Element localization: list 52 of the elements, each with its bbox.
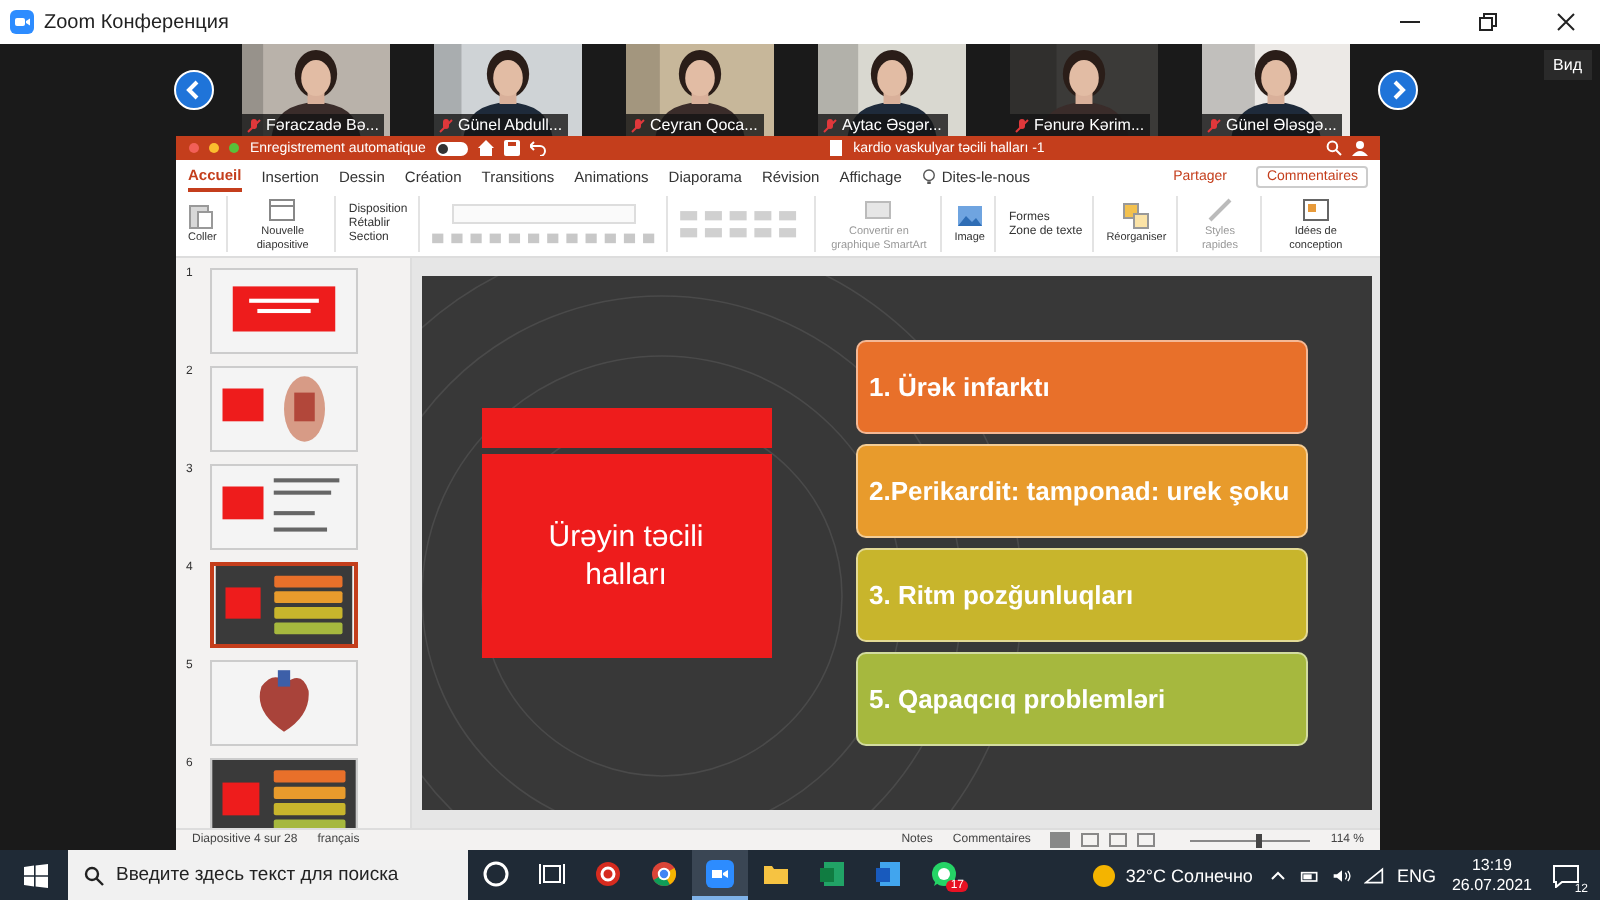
participant-name: Fəraczadə Bə... <box>266 116 379 134</box>
font-field[interactable] <box>451 203 636 224</box>
slide-title: Ürəyin təcili halları <box>546 517 706 595</box>
paste-icon[interactable] <box>188 202 217 231</box>
lightbulb-icon <box>921 167 936 185</box>
participant-name: Fənurə Kərim... <box>1034 116 1145 134</box>
undo-icon[interactable] <box>529 140 546 156</box>
list-item-box: 5. Qapaqcıq problemləri <box>855 652 1307 746</box>
browser-icon <box>650 859 678 887</box>
arrange-icon[interactable] <box>1122 202 1151 231</box>
input-language[interactable]: ENG <box>1396 865 1436 885</box>
slide-thumbnail[interactable] <box>210 562 358 648</box>
home-icon[interactable] <box>477 140 494 156</box>
quick-styles-icon <box>1205 196 1234 225</box>
close-icon[interactable] <box>1556 12 1576 32</box>
search-icon <box>84 865 104 885</box>
camera-icon <box>10 10 34 34</box>
participant-name: Günel Ələsgə... <box>1226 116 1337 134</box>
image-icon[interactable] <box>955 202 984 231</box>
window-title: Zoom Конференция <box>44 11 229 33</box>
windows-start-icon[interactable] <box>24 863 48 887</box>
taskbar-app[interactable] <box>692 850 748 900</box>
participant-name: Aytac Əsgər... <box>842 116 942 134</box>
sun-icon <box>1091 863 1116 887</box>
clock-date[interactable]: 26.07.2021 <box>1451 875 1532 895</box>
speaker-icon[interactable] <box>1332 865 1353 885</box>
list-item-box: 2.Perikardit: tamponad: urek şoku <box>855 444 1307 538</box>
task-view-icon <box>538 859 566 887</box>
list-item-box: 1. Ürək infarktı <box>855 340 1307 434</box>
search-icon[interactable] <box>1326 140 1343 156</box>
autosave-toggle[interactable] <box>435 141 468 155</box>
user-icon[interactable] <box>1352 140 1369 156</box>
view-button[interactable]: Вид <box>1543 50 1592 80</box>
participant-name: Günel Abdull... <box>458 116 563 134</box>
video-camera-icon <box>706 859 734 887</box>
search-field[interactable]: Введите здесь текст для поиска <box>68 850 468 900</box>
weather-label[interactable]: 32°C Солнечно <box>1125 865 1253 885</box>
target-icon <box>594 859 622 887</box>
document-icon <box>874 859 902 887</box>
new-slide-icon[interactable] <box>268 196 297 225</box>
save-icon[interactable] <box>503 140 520 156</box>
circle-icon <box>482 859 510 887</box>
list-item-box: 3. Ritm pozğunluqları <box>855 548 1307 642</box>
document-icon <box>827 140 844 156</box>
maximize-icon[interactable] <box>1478 12 1498 32</box>
network-icon[interactable] <box>1364 865 1385 885</box>
spreadsheet-icon <box>818 859 846 887</box>
notifications-icon[interactable] <box>1552 863 1580 887</box>
clock-time[interactable]: 13:19 <box>1471 855 1512 875</box>
window-controls-icon[interactable] <box>188 142 240 154</box>
participant-name: Ceyran Qoca... <box>650 116 758 134</box>
design-ideas-icon[interactable] <box>1301 196 1330 225</box>
